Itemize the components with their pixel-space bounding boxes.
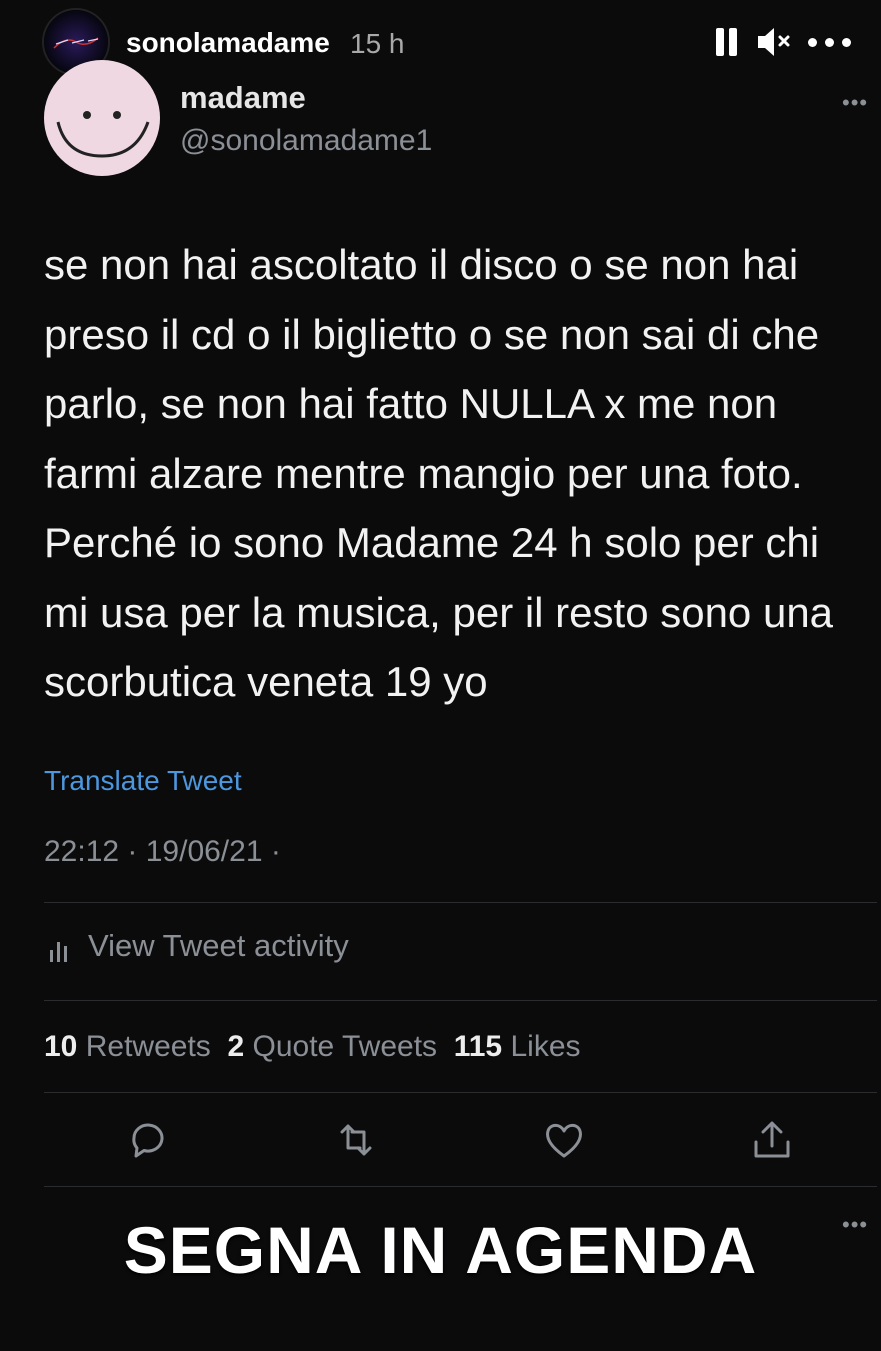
view-tweet-activity-link[interactable]: View Tweet activity <box>88 928 349 964</box>
tweet-text: se non hai ascoltato il disco o se non h… <box>44 241 834 705</box>
divider <box>44 902 877 903</box>
story-username[interactable]: sonolamadame <box>126 27 330 59</box>
story-caption: SEGNA IN AGENDA <box>123 1213 758 1287</box>
tweet-more-icon[interactable]: ••• <box>842 90 868 116</box>
tweet-avatar[interactable] <box>44 60 160 176</box>
tweet-stats: 10 Retweets 2 Quote Tweets 115 Likes <box>44 1030 581 1064</box>
retweets-label[interactable]: Retweets <box>86 1030 211 1063</box>
heart-icon[interactable] <box>542 1118 586 1162</box>
tweet-timestamp: 22:12 · 19/06/21 · <box>44 835 281 868</box>
divider <box>44 1000 877 1001</box>
reply-icon[interactable] <box>126 1118 170 1162</box>
tweet-display-name[interactable]: madame <box>180 80 306 116</box>
divider <box>44 1092 877 1093</box>
bar-chart-icon <box>50 942 67 962</box>
quotes-count[interactable]: 2 <box>227 1030 244 1063</box>
quotes-label[interactable]: Quote Tweets <box>252 1030 437 1063</box>
tweet-handle[interactable]: @sonolamadame1 <box>180 124 432 158</box>
story-time: 15 h <box>350 28 405 59</box>
divider <box>44 1186 877 1187</box>
speaker-muted-icon[interactable] <box>754 24 794 60</box>
retweets-count[interactable]: 10 <box>44 1030 77 1063</box>
pause-icon[interactable] <box>712 24 740 60</box>
share-icon[interactable] <box>750 1118 794 1162</box>
likes-label[interactable]: Likes <box>510 1030 580 1063</box>
retweet-icon[interactable] <box>334 1118 378 1162</box>
likes-count[interactable]: 115 <box>454 1030 502 1063</box>
tweet-more-icon[interactable]: ••• <box>842 1212 868 1238</box>
smiley-face-icon <box>56 111 150 158</box>
more-horizontal-icon[interactable] <box>806 24 854 60</box>
translate-tweet-link[interactable]: Translate Tweet <box>44 765 242 797</box>
